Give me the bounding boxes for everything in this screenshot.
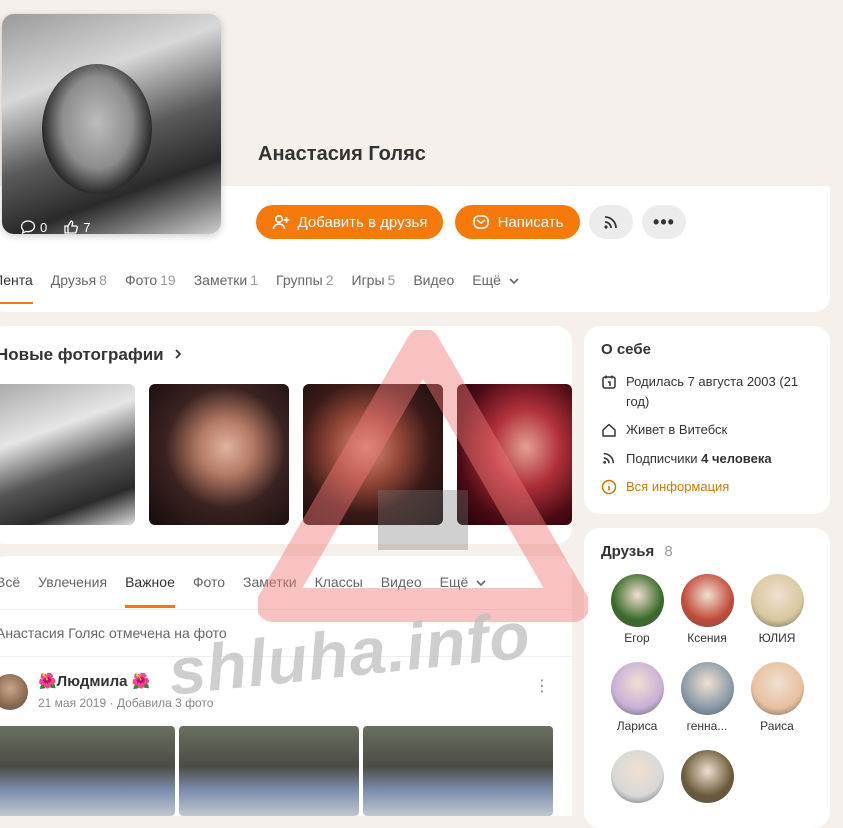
- tab-friends[interactable]: Друзья 8: [51, 272, 107, 304]
- feed-tab-photos[interactable]: Фото: [193, 574, 225, 608]
- divider: [0, 609, 572, 610]
- feed-tab-all[interactable]: Всё: [0, 574, 20, 608]
- about-title: О себе: [601, 341, 651, 358]
- friend-name[interactable]: генна...: [672, 719, 742, 733]
- avatar-stats: 0 7: [20, 219, 90, 234]
- chevron-down-icon: [476, 580, 486, 587]
- post-photo[interactable]: [363, 726, 553, 816]
- friend-item[interactable]: [602, 750, 672, 807]
- tab-groups[interactable]: Группы 2: [276, 272, 333, 304]
- tab-count: 8: [99, 272, 107, 288]
- friend-avatar[interactable]: [610, 662, 664, 715]
- friend-item[interactable]: Ксения: [672, 574, 742, 645]
- friend-item[interactable]: Раиса: [742, 662, 812, 733]
- tab-count: 2: [325, 272, 334, 288]
- comments-count: 0: [40, 219, 48, 235]
- more-actions-button[interactable]: •••: [642, 205, 686, 239]
- friend-name[interactable]: Раиса: [742, 719, 812, 733]
- comments-stat[interactable]: 0: [20, 219, 47, 234]
- friend-name[interactable]: Егор: [602, 631, 672, 645]
- friend-avatar[interactable]: [750, 574, 804, 627]
- about-city: Живет в Витебск: [600, 420, 815, 440]
- post-author-name[interactable]: 🌺Людмила 🌺: [38, 672, 150, 690]
- tab-feed[interactable]: Лента: [0, 272, 33, 304]
- new-photo-thumbnail[interactable]: [149, 384, 289, 525]
- friend-name[interactable]: ЮЛИЯ: [742, 631, 812, 645]
- feed-tabs: Всё Увлечения Важное Фото Заметки Классы…: [0, 574, 487, 608]
- new-photo-thumbnail[interactable]: [0, 384, 135, 525]
- tab-more[interactable]: Ещё: [472, 272, 520, 304]
- avatar-photo: [42, 64, 152, 194]
- tab-notes[interactable]: Заметки 1: [194, 272, 258, 304]
- tab-photos[interactable]: Фото 19: [125, 272, 176, 304]
- tab-count: 5: [387, 272, 396, 288]
- add-friend-button[interactable]: Добавить в друзья: [256, 205, 443, 239]
- profile-tabs: Лента Друзья8 Фото19 Заметки1 Группы2 Иг…: [0, 272, 520, 304]
- profile-name: Анастасия Голяс: [258, 143, 426, 165]
- tab-video[interactable]: Видео: [413, 272, 454, 304]
- feed-tab-video[interactable]: Видео: [381, 574, 422, 608]
- post-photo[interactable]: [179, 726, 359, 816]
- divider: [0, 656, 572, 657]
- friend-avatar[interactable]: [610, 750, 664, 803]
- friend-item[interactable]: Егор: [602, 574, 672, 645]
- profile-avatar[interactable]: 0 7: [2, 14, 221, 234]
- likes-stat[interactable]: 7: [63, 219, 90, 234]
- tab-count: 19: [160, 272, 176, 288]
- chevron-down-icon: [509, 278, 519, 285]
- friend-avatar[interactable]: [680, 574, 734, 627]
- subscribe-button[interactable]: [589, 205, 633, 239]
- friend-avatar[interactable]: [610, 574, 664, 627]
- feed-tab-more[interactable]: Ещё: [440, 574, 488, 608]
- feed-tab-notes[interactable]: Заметки: [243, 574, 297, 608]
- friend-item[interactable]: [672, 750, 742, 807]
- home-icon: [602, 423, 616, 437]
- post-meta: 21 мая 2019 · Добавила 3 фото: [38, 696, 213, 710]
- feed-tab-classes[interactable]: Классы: [315, 574, 363, 608]
- friend-item[interactable]: ЮЛИЯ: [742, 574, 812, 645]
- new-photo-thumbnail[interactable]: [303, 384, 443, 525]
- feed-tab-important[interactable]: Важное: [125, 574, 175, 608]
- friend-item[interactable]: генна...: [672, 662, 742, 733]
- add-friend-label: Добавить в друзья: [297, 213, 428, 231]
- write-message-button[interactable]: Написать: [455, 205, 580, 239]
- friend-name[interactable]: Лариса: [602, 719, 672, 733]
- about-all-info-link[interactable]: Вся информация: [600, 477, 815, 497]
- thumbs-up-icon: [64, 220, 79, 234]
- feed-tab-hobbies[interactable]: Увлечения: [38, 574, 107, 608]
- rss-icon: [603, 452, 615, 464]
- friend-item[interactable]: Лариса: [602, 662, 672, 733]
- post-action: Добавила 3 фото: [116, 696, 214, 710]
- post-photo[interactable]: [0, 726, 175, 816]
- chevron-right-icon: [175, 349, 182, 359]
- about-subscribers[interactable]: Подписчики 4 человека: [600, 449, 815, 469]
- about-birth: Родилась 7 августа 2003 (21 год): [600, 372, 815, 412]
- subscribers-count: 4 человека: [701, 451, 772, 466]
- calendar-icon: [602, 375, 616, 389]
- add-person-icon: [272, 214, 290, 230]
- friend-avatar[interactable]: [750, 662, 804, 715]
- likes-count: 7: [83, 219, 91, 235]
- write-label: Написать: [497, 213, 564, 231]
- friends-count: 8: [664, 543, 673, 560]
- new-photo-thumbnail[interactable]: [457, 384, 572, 525]
- mail-icon: [472, 215, 489, 229]
- tab-games[interactable]: Игры 5: [352, 272, 396, 304]
- comment-icon: [20, 220, 36, 234]
- more-dots-icon: •••: [653, 211, 675, 232]
- rss-icon: [604, 216, 617, 229]
- feed-notice: Анастасия Голяс отмечена на фото: [0, 625, 227, 641]
- meta-separator: ·: [109, 696, 114, 710]
- tab-count: 1: [250, 272, 259, 288]
- friend-name[interactable]: Ксения: [672, 631, 742, 645]
- info-icon: [601, 479, 617, 495]
- friend-avatar[interactable]: [680, 662, 734, 715]
- friends-title[interactable]: Друзья 8: [601, 543, 673, 560]
- post-date[interactable]: 21 мая 2019: [38, 696, 106, 710]
- friend-avatar[interactable]: [680, 750, 734, 803]
- post-menu-icon[interactable]: ⋮: [534, 676, 550, 696]
- new-photos-title[interactable]: Новые фотографии: [0, 345, 184, 365]
